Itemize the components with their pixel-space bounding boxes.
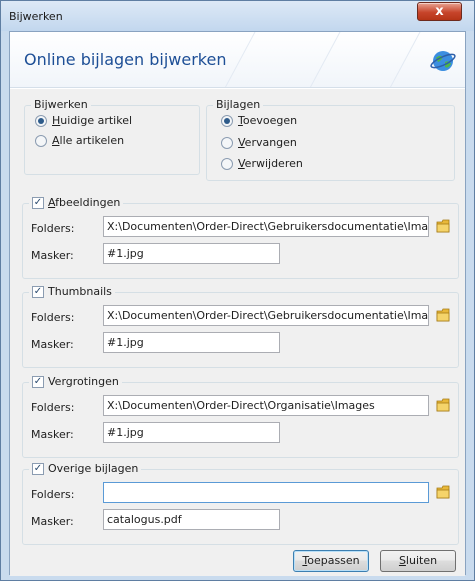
overige-bijlagen-group: ✓ Overige bijlagen Folders: Masker: cata… — [22, 462, 459, 545]
folder-browse-icon[interactable] — [436, 307, 452, 323]
overige-bijlagen-label: Overige bijlagen — [48, 462, 139, 475]
afbeeldingen-legend[interactable]: ✓ Afbeeldingen — [29, 196, 124, 209]
title-bar[interactable]: Bijwerken x — [1, 1, 474, 31]
window-title: Bijwerken — [9, 10, 63, 23]
vergrotingen-group: ✓ Vergrotingen Folders: X:\Documenten\Or… — [22, 375, 459, 458]
content-area: Bijwerken Huidige artikel Alle artikelen… — [10, 89, 465, 576]
thumbnails-group: ✓ Thumbnails Folders: X:\Documenten\Orde… — [22, 285, 459, 368]
header-band: Online bijlagen bijwerken — [10, 32, 465, 88]
masker-label: Masker: — [31, 249, 74, 262]
afbeeldingen-mask-input[interactable]: #1.jpg — [103, 243, 280, 264]
globe-icon — [430, 51, 456, 71]
radio-label: Huidige artikel — [52, 114, 133, 127]
thumbnails-checkbox[interactable]: ✓ — [32, 285, 44, 298]
radio-label: Verwijderen — [238, 157, 303, 170]
close-window-button[interactable]: x — [417, 2, 462, 21]
bijlagen-group: Bijlagen Toevoegen Vervangen Verwijderen — [206, 98, 455, 181]
vergrotingen-mask-input[interactable]: #1.jpg — [103, 422, 280, 443]
close-button[interactable]: Sluiten — [380, 550, 456, 572]
thumbnails-legend[interactable]: ✓ Thumbnails — [29, 285, 115, 298]
dialog-client-area: Online bijlagen bijwerken Bijwerken Huid… — [9, 31, 466, 576]
masker-label: Masker: — [31, 338, 74, 351]
thumbnails-folder-input[interactable]: X:\Documenten\Order-Direct\Gebruikersdoc… — [103, 305, 429, 326]
bijwerken-legend: Bijwerken — [31, 98, 91, 111]
folder-browse-icon[interactable] — [436, 218, 452, 234]
radio-button[interactable] — [35, 134, 47, 147]
bijlagen-legend: Bijlagen — [213, 98, 264, 111]
radio-button[interactable] — [35, 114, 47, 127]
radio-button[interactable] — [221, 157, 233, 170]
afbeeldingen-checkbox[interactable]: ✓ — [32, 196, 44, 209]
overige-bijlagen-legend[interactable]: ✓ Overige bijlagen — [29, 462, 142, 475]
folders-label: Folders: — [31, 222, 75, 235]
overige-bijlagen-folder-input[interactable] — [103, 482, 429, 503]
afbeeldingen-group: ✓ Afbeeldingen Folders: X:\Documenten\Or… — [22, 196, 459, 279]
radio-vervangen[interactable]: Vervangen — [221, 136, 297, 149]
folder-browse-icon[interactable] — [436, 397, 452, 413]
radio-alle-artikelen[interactable]: Alle artikelen — [35, 134, 124, 147]
radio-verwijderen[interactable]: Verwijderen — [221, 157, 303, 170]
radio-button[interactable] — [221, 136, 233, 149]
thumbnails-label: Thumbnails — [48, 285, 112, 298]
radio-label: Toevoegen — [238, 114, 298, 127]
folders-label: Folders: — [31, 488, 75, 501]
vergrotingen-label: Vergrotingen — [48, 375, 119, 388]
masker-label: Masker: — [31, 428, 74, 441]
masker-label: Masker: — [31, 515, 74, 528]
vergrotingen-folder-input[interactable]: X:\Documenten\Order-Direct\Organisatie\I… — [103, 395, 429, 416]
bijwerken-group: Bijwerken Huidige artikel Alle artikelen — [24, 98, 200, 175]
folders-label: Folders: — [31, 311, 75, 324]
vergrotingen-legend[interactable]: ✓ Vergrotingen — [29, 375, 122, 388]
afbeeldingen-folder-input[interactable]: X:\Documenten\Order-Direct\Gebruikersdoc… — [103, 216, 429, 237]
radio-button[interactable] — [221, 114, 233, 127]
radio-label: Vervangen — [238, 136, 297, 149]
overige-bijlagen-mask-input[interactable]: catalogus.pdf — [103, 509, 280, 530]
apply-button[interactable]: Toepassen — [293, 550, 369, 572]
vergrotingen-checkbox[interactable]: ✓ — [32, 375, 44, 388]
radio-toevoegen[interactable]: Toevoegen — [221, 114, 297, 127]
radio-huidige-artikel[interactable]: Huidige artikel — [35, 114, 132, 127]
thumbnails-mask-input[interactable]: #1.jpg — [103, 332, 280, 353]
radio-label: Alle artikelen — [52, 134, 125, 147]
folders-label: Folders: — [31, 401, 75, 414]
overige-bijlagen-checkbox[interactable]: ✓ — [32, 462, 44, 475]
page-title: Online bijlagen bijwerken — [24, 50, 227, 69]
afbeeldingen-label: Afbeeldingen — [48, 196, 121, 209]
dialog-window: Bijwerken x Online bijlagen bijwerken Bi… — [0, 0, 475, 581]
folder-browse-icon[interactable] — [436, 484, 452, 500]
